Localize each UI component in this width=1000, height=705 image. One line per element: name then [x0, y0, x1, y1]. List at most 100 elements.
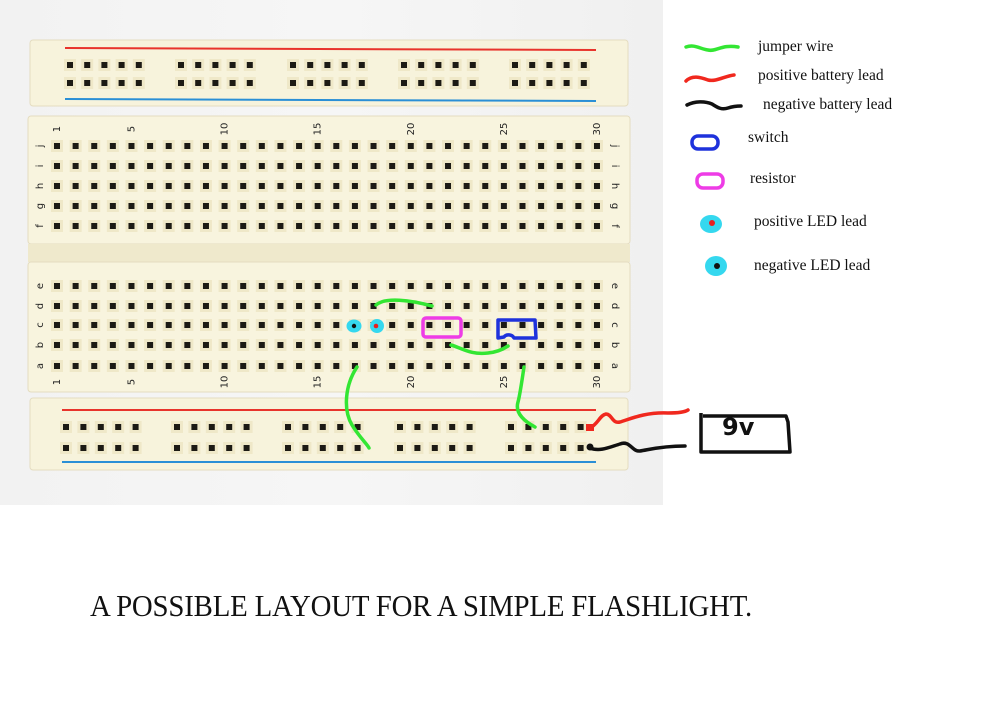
hole-b18[interactable]	[370, 342, 377, 348]
top-rail-negative-16[interactable]	[401, 80, 407, 86]
hole-i16[interactable]	[333, 163, 340, 169]
bottom-rail-negative-22[interactable]	[525, 445, 532, 451]
bottom-rail-negative-15[interactable]	[354, 445, 361, 451]
bottom-rail-negative-6[interactable]	[174, 445, 180, 451]
hole-h11[interactable]	[240, 183, 247, 189]
hole-j3[interactable]	[91, 143, 98, 149]
hole-d1[interactable]	[54, 303, 60, 309]
hole-a10[interactable]	[221, 363, 228, 369]
hole-e20[interactable]	[407, 283, 414, 289]
hole-i13[interactable]	[277, 163, 284, 169]
top-rail-positive-25[interactable]	[580, 62, 587, 68]
hole-d24[interactable]	[482, 303, 489, 309]
top-rail-positive-9[interactable]	[229, 62, 236, 68]
top-rail-negative-7[interactable]	[195, 80, 202, 86]
hole-b11[interactable]	[240, 342, 247, 348]
hole-i17[interactable]	[351, 163, 358, 169]
hole-e4[interactable]	[109, 283, 116, 289]
hole-j20[interactable]	[407, 143, 414, 149]
bottom-rail-negative-18[interactable]	[431, 445, 438, 451]
hole-g25[interactable]	[500, 203, 507, 209]
top-rail-positive-18[interactable]	[435, 62, 442, 68]
bottom-rail-negative-12[interactable]	[302, 445, 309, 451]
hole-j24[interactable]	[482, 143, 489, 149]
hole-f2[interactable]	[72, 223, 79, 229]
hole-b17[interactable]	[351, 342, 358, 348]
top-rail-positive-23[interactable]	[546, 62, 553, 68]
top-rail-positive-20[interactable]	[469, 62, 476, 68]
hole-b24[interactable]	[482, 342, 489, 348]
hole-f12[interactable]	[258, 223, 265, 229]
hole-f24[interactable]	[482, 223, 489, 229]
hole-e12[interactable]	[258, 283, 265, 289]
hole-c5[interactable]	[128, 322, 135, 328]
hole-b7[interactable]	[165, 342, 172, 348]
top-rail-negative-20[interactable]	[469, 80, 476, 86]
hole-g20[interactable]	[407, 203, 414, 209]
top-rail-negative-21[interactable]	[512, 80, 518, 86]
top-rail-negative-11[interactable]	[290, 80, 296, 86]
hole-h5[interactable]	[128, 183, 135, 189]
hole-f20[interactable]	[407, 223, 414, 229]
top-rail-positive-8[interactable]	[212, 62, 219, 68]
hole-a22[interactable]	[445, 363, 452, 369]
bottom-rail-positive-20[interactable]	[466, 424, 473, 430]
hole-e24[interactable]	[482, 283, 489, 289]
hole-g29[interactable]	[575, 203, 582, 209]
hole-b4[interactable]	[109, 342, 116, 348]
hole-f9[interactable]	[202, 223, 209, 229]
hole-h20[interactable]	[407, 183, 414, 189]
hole-d3[interactable]	[91, 303, 98, 309]
hole-g4[interactable]	[109, 203, 116, 209]
top-rail-negative-17[interactable]	[418, 80, 425, 86]
hole-a4[interactable]	[109, 363, 116, 369]
bottom-rail-negative-19[interactable]	[449, 445, 456, 451]
hole-h9[interactable]	[202, 183, 209, 189]
hole-h1[interactable]	[54, 183, 60, 189]
top-rail-negative-10[interactable]	[246, 80, 253, 86]
hole-f22[interactable]	[445, 223, 452, 229]
hole-b21[interactable]	[426, 342, 433, 348]
top-rail-negative-15[interactable]	[358, 80, 365, 86]
hole-i5[interactable]	[128, 163, 135, 169]
hole-a11[interactable]	[240, 363, 247, 369]
top-rail-negative-22[interactable]	[529, 80, 536, 86]
hole-c11[interactable]	[240, 322, 247, 328]
hole-d2[interactable]	[72, 303, 79, 309]
hole-j9[interactable]	[202, 143, 209, 149]
hole-h22[interactable]	[445, 183, 452, 189]
hole-g9[interactable]	[202, 203, 209, 209]
hole-c10[interactable]	[221, 322, 228, 328]
hole-j5[interactable]	[128, 143, 135, 149]
bottom-rail-negative-5[interactable]	[132, 445, 139, 451]
hole-e15[interactable]	[314, 283, 321, 289]
hole-h27[interactable]	[538, 183, 545, 189]
hole-g8[interactable]	[184, 203, 191, 209]
bottom-rail-positive-3[interactable]	[97, 424, 104, 430]
hole-b5[interactable]	[128, 342, 135, 348]
hole-i4[interactable]	[109, 163, 116, 169]
hole-c6[interactable]	[147, 322, 154, 328]
hole-i29[interactable]	[575, 163, 582, 169]
hole-f1[interactable]	[54, 223, 60, 229]
hole-b14[interactable]	[296, 342, 303, 348]
hole-f29[interactable]	[575, 223, 582, 229]
hole-a9[interactable]	[202, 363, 209, 369]
hole-h16[interactable]	[333, 183, 340, 189]
hole-e19[interactable]	[389, 283, 396, 289]
top-rail-negative-3[interactable]	[101, 80, 108, 86]
hole-a27[interactable]	[538, 363, 545, 369]
hole-b20[interactable]	[407, 342, 414, 348]
hole-c30[interactable]	[593, 322, 600, 328]
hole-b1[interactable]	[54, 342, 60, 348]
bottom-rail-positive-16[interactable]	[397, 424, 403, 430]
hole-b15[interactable]	[314, 342, 321, 348]
hole-i11[interactable]	[240, 163, 247, 169]
hole-j21[interactable]	[426, 143, 433, 149]
hole-h3[interactable]	[91, 183, 98, 189]
hole-i20[interactable]	[407, 163, 414, 169]
top-rail-negative-25[interactable]	[580, 80, 587, 86]
hole-b12[interactable]	[258, 342, 265, 348]
bottom-rail-positive-12[interactable]	[302, 424, 309, 430]
bottom-rail-positive-9[interactable]	[226, 424, 233, 430]
